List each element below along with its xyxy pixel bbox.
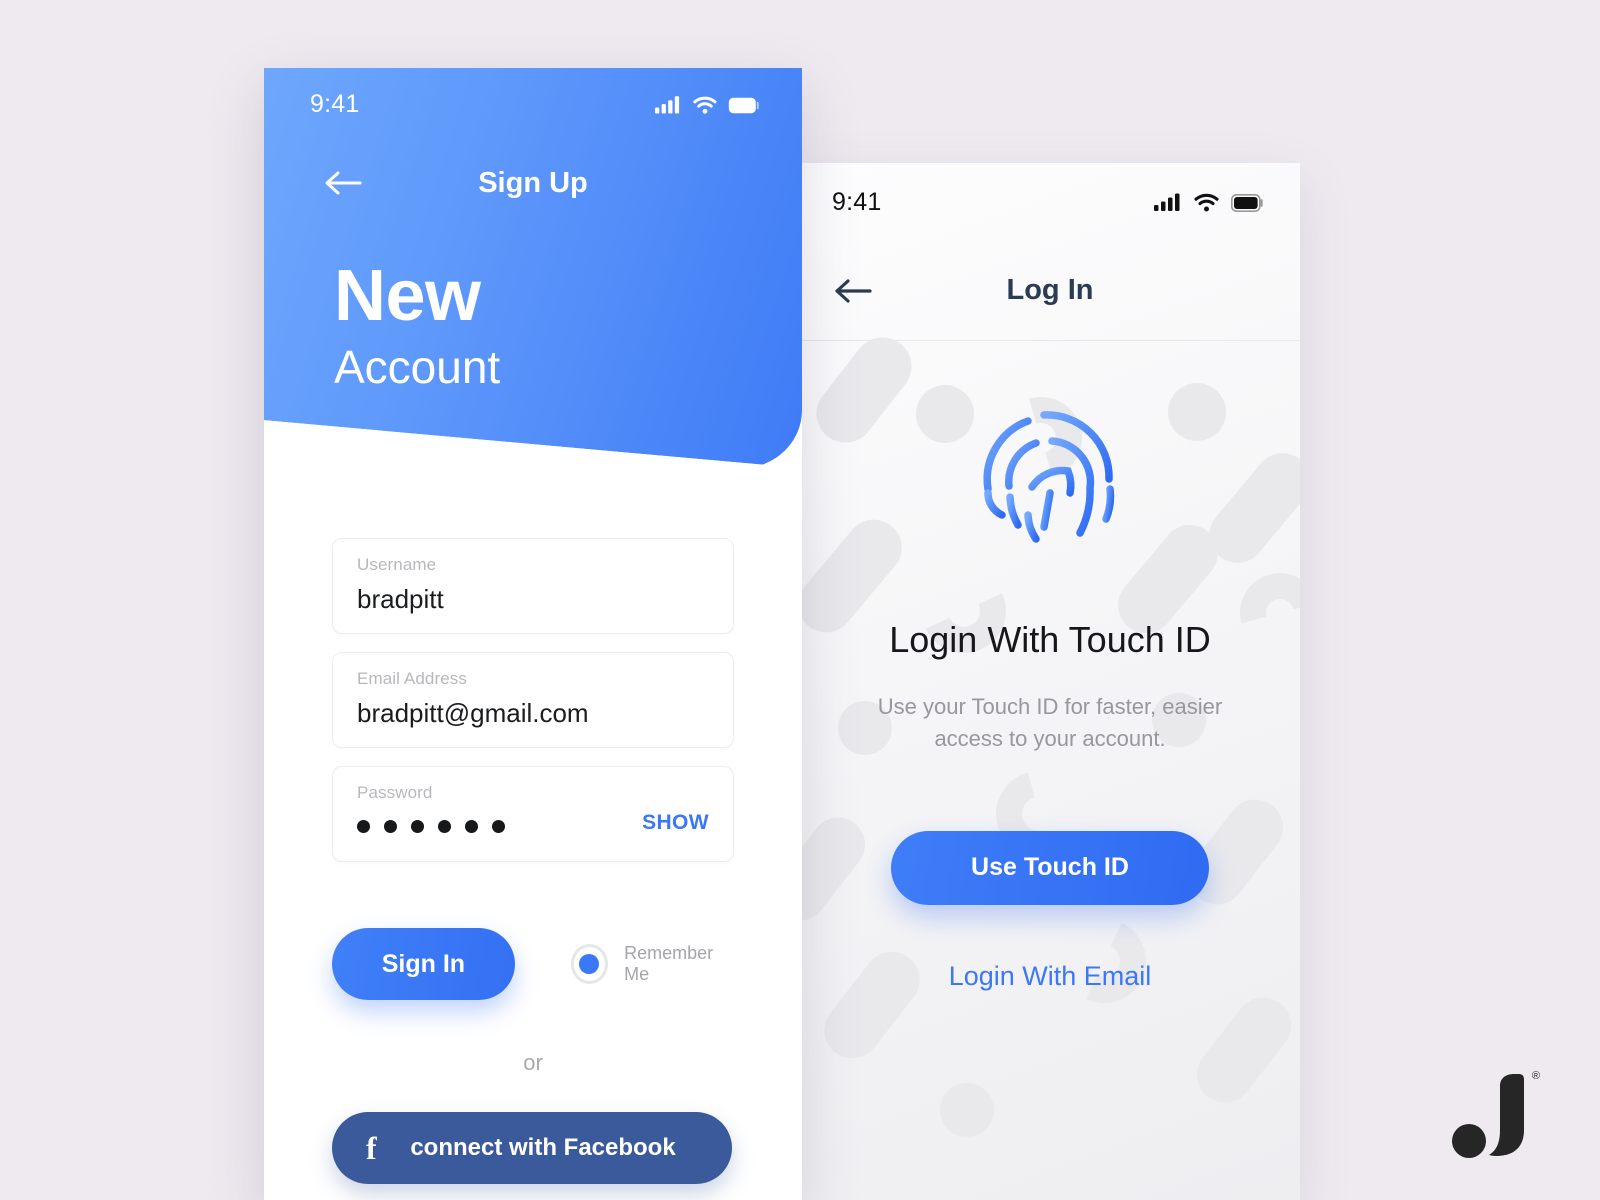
signup-screen: 9:41 Sign Up New Account Username bradpi… bbox=[264, 68, 802, 1200]
password-label: Password bbox=[357, 783, 433, 802]
battery-icon bbox=[1231, 194, 1263, 212]
sign-in-button[interactable]: Sign In bbox=[332, 928, 515, 1000]
login-body: Login With Touch ID Use your Touch ID fo… bbox=[800, 325, 1300, 1200]
username-label: Username bbox=[357, 555, 437, 574]
signup-status-bar: 9:41 bbox=[264, 68, 802, 140]
brand-logo: ® bbox=[1452, 1058, 1540, 1162]
fingerprint-icon bbox=[983, 411, 1115, 543]
password-dot bbox=[357, 820, 370, 833]
hero-text-block: New Account bbox=[264, 226, 802, 393]
touchid-content: Login With Touch ID Use your Touch ID fo… bbox=[800, 341, 1300, 992]
hero-title-line2: Account bbox=[334, 341, 501, 393]
username-value: bradpitt bbox=[357, 584, 444, 614]
back-arrow-icon bbox=[325, 171, 362, 195]
show-password-button[interactable]: SHOW bbox=[642, 811, 709, 835]
divider-text: or bbox=[523, 1050, 543, 1075]
back-button[interactable] bbox=[324, 161, 368, 205]
fingerprint-illustration bbox=[800, 341, 1300, 563]
password-dot bbox=[492, 820, 505, 833]
facebook-f-icon: f bbox=[366, 1129, 377, 1166]
password-field[interactable]: Password SHOW bbox=[332, 766, 734, 862]
remember-me-radio[interactable] bbox=[570, 944, 609, 984]
signup-hero-card: 9:41 Sign Up New Account bbox=[264, 68, 802, 468]
cellular-signal-icon bbox=[1154, 193, 1180, 211]
remember-me-label: Remember Me bbox=[624, 943, 714, 984]
remember-me-toggle[interactable]: Remember Me bbox=[570, 943, 734, 985]
login-with-email-link[interactable]: Login With Email bbox=[800, 961, 1300, 992]
password-dot bbox=[438, 820, 451, 833]
login-status-bar: 9:41 bbox=[800, 163, 1300, 241]
password-dot bbox=[411, 820, 424, 833]
watermark-shape bbox=[940, 1083, 994, 1137]
j-letter-logo bbox=[1452, 1074, 1524, 1158]
facebook-button-label: connect with Facebook bbox=[410, 1134, 676, 1161]
registered-trademark: ® bbox=[1531, 1070, 1540, 1082]
username-field[interactable]: Username bradpitt bbox=[332, 538, 734, 634]
battery-icon bbox=[728, 97, 759, 113]
password-dot bbox=[384, 820, 397, 833]
password-dot bbox=[465, 820, 478, 833]
touchid-heading: Login With Touch ID bbox=[889, 619, 1211, 660]
connect-with-facebook-button[interactable]: f connect with Facebook bbox=[332, 1112, 732, 1184]
back-arrow-icon bbox=[835, 278, 872, 303]
signup-actions: Sign In Remember Me bbox=[264, 880, 802, 1000]
watermark-shape bbox=[1185, 986, 1300, 1114]
touchid-description: Use your Touch ID for faster, easier acc… bbox=[877, 694, 1223, 751]
radio-selected-dot bbox=[579, 954, 600, 974]
signup-form: Username bradpitt Email Address bradpitt… bbox=[264, 468, 802, 862]
email-label: Email Address bbox=[357, 669, 467, 688]
signup-nav-bar: Sign Up bbox=[264, 140, 802, 226]
wifi-icon bbox=[693, 96, 717, 114]
cellular-signal-icon bbox=[655, 95, 680, 113]
hero-title-line1: New bbox=[334, 256, 481, 336]
screenshot-canvas: 9:41 Log In Login With Touch ID Use your… bbox=[0, 0, 1600, 1200]
status-bar-time: 9:41 bbox=[310, 89, 360, 118]
back-button[interactable] bbox=[834, 268, 880, 314]
login-nav-bar: Log In bbox=[800, 241, 1300, 341]
email-field[interactable]: Email Address bradpitt@gmail.com bbox=[332, 652, 734, 748]
wifi-icon bbox=[1194, 193, 1219, 212]
use-touch-id-button[interactable]: Use Touch ID bbox=[891, 830, 1209, 905]
email-value: bradpitt@gmail.com bbox=[357, 698, 589, 728]
status-bar-time: 9:41 bbox=[832, 187, 882, 216]
login-screen: 9:41 Log In Login With Touch ID Use your… bbox=[800, 163, 1300, 1200]
